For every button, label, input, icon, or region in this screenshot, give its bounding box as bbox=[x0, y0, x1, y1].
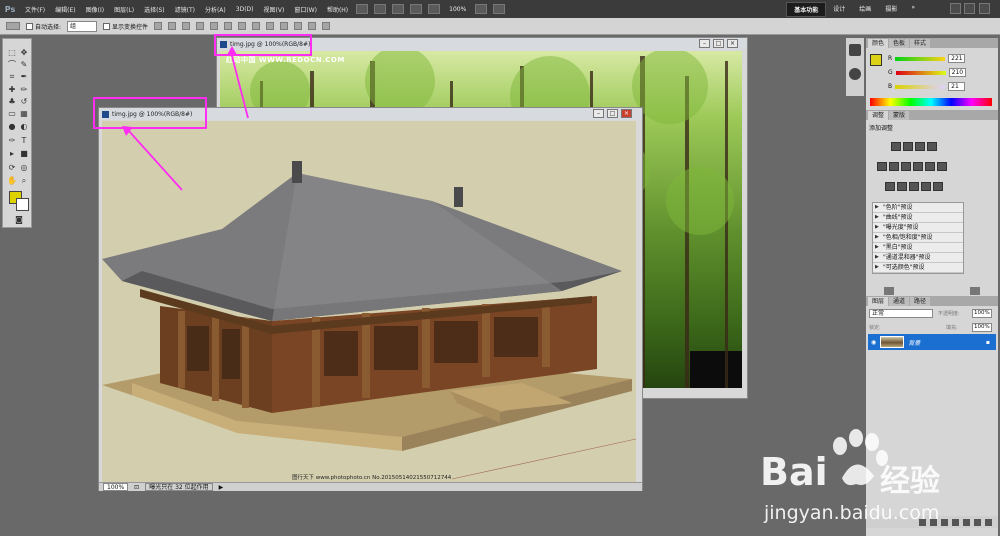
baidu-url: jingyan.baidu.com bbox=[764, 502, 940, 524]
preset-curves[interactable]: "曲线"预设 bbox=[873, 213, 963, 223]
collapsed-panel-strip bbox=[846, 38, 864, 96]
tab-paths[interactable]: 路径 bbox=[910, 297, 931, 306]
slider-row-g: G 210 bbox=[888, 68, 966, 77]
channel-label-r: R bbox=[888, 55, 893, 62]
levels-icon[interactable] bbox=[903, 142, 913, 151]
baidu-jingyan-watermark: Bai 经验 jingyan.baidu.com bbox=[760, 428, 980, 528]
photo-filter-icon[interactable] bbox=[925, 162, 935, 171]
color-balance-icon[interactable] bbox=[901, 162, 911, 171]
preset-bw[interactable]: "黑白"预设 bbox=[873, 243, 963, 253]
preset-selective-color[interactable]: "可选颜色"预设 bbox=[873, 263, 963, 273]
adjust-clip-icon[interactable] bbox=[970, 287, 980, 295]
fill-field[interactable]: 100% bbox=[972, 323, 992, 332]
tab-color[interactable]: 颜色 bbox=[868, 39, 889, 48]
fill-label: 填充: bbox=[946, 325, 958, 331]
opacity-label: 不透明度: bbox=[938, 311, 960, 317]
tab-adjustments[interactable]: 调整 bbox=[868, 111, 889, 120]
preset-channel-mixer[interactable]: "通道混和器"预设 bbox=[873, 253, 963, 263]
value-r[interactable]: 221 bbox=[948, 54, 966, 63]
selective-color-icon[interactable] bbox=[933, 182, 943, 191]
slider-b[interactable] bbox=[895, 84, 946, 89]
brightness-icon[interactable] bbox=[891, 142, 901, 151]
preset-exposure[interactable]: "曝光度"预设 bbox=[873, 223, 963, 233]
bw-icon[interactable] bbox=[913, 162, 923, 171]
info-icon[interactable] bbox=[849, 68, 861, 80]
adjust-heading: 添加调整 bbox=[869, 125, 894, 132]
tab-masks[interactable]: 蒙版 bbox=[889, 111, 910, 120]
layer-lock-icon: ▪ bbox=[985, 338, 990, 346]
adjust-icons-row3 bbox=[884, 182, 944, 191]
adjust-presets-list: "色阶"预设 "曲线"预设 "曝光度"预设 "色相/饱和度"预设 "黑白"预设 … bbox=[872, 202, 964, 274]
invert-icon[interactable] bbox=[885, 182, 895, 191]
threshold-icon[interactable] bbox=[909, 182, 919, 191]
color-panel-tabs: 颜色 色板 样式 bbox=[866, 38, 998, 48]
tab-styles[interactable]: 样式 bbox=[910, 39, 931, 48]
slider-row-r: R 221 bbox=[888, 54, 966, 63]
layer-name[interactable]: 背景 bbox=[908, 338, 920, 347]
posterize-icon[interactable] bbox=[897, 182, 907, 191]
layer-thumbnail bbox=[880, 336, 905, 348]
channel-label-b: B bbox=[888, 83, 893, 90]
value-g[interactable]: 210 bbox=[948, 68, 966, 77]
hue-sat-icon[interactable] bbox=[889, 162, 899, 171]
tab-layers[interactable]: 图层 bbox=[868, 297, 889, 306]
curves-icon[interactable] bbox=[915, 142, 925, 151]
vibrance-icon[interactable] bbox=[877, 162, 887, 171]
color-spectrum-ramp[interactable] bbox=[870, 98, 992, 106]
slider-r[interactable] bbox=[895, 56, 946, 61]
tab-swatches[interactable]: 色板 bbox=[889, 39, 910, 48]
baidu-brand-right: 经验 bbox=[880, 464, 940, 499]
layers-panel-tabs: 图层 通道 路径 bbox=[866, 296, 998, 306]
color-fg-swatch[interactable] bbox=[870, 54, 882, 66]
exposure-icon[interactable] bbox=[927, 142, 937, 151]
slider-row-b: B 21 bbox=[888, 82, 966, 91]
channel-mixer-icon[interactable] bbox=[937, 162, 947, 171]
preset-levels[interactable]: "色阶"预设 bbox=[873, 203, 963, 213]
visibility-eye-icon[interactable]: ◉ bbox=[871, 339, 876, 346]
gradient-map-icon[interactable] bbox=[921, 182, 931, 191]
adjust-icons-row2 bbox=[876, 162, 948, 171]
histogram-icon[interactable] bbox=[849, 44, 861, 56]
adjust-panel-tabs: 调整 蒙版 bbox=[866, 110, 998, 120]
channel-label-g: G bbox=[888, 69, 893, 76]
adjust-icons-row1 bbox=[890, 142, 938, 151]
baidu-brand-left: Bai bbox=[760, 450, 828, 494]
layer-row-background[interactable]: ◉ 背景 ▪ bbox=[868, 334, 996, 350]
opacity-field[interactable]: 100% bbox=[972, 309, 992, 318]
adjust-footer-icon[interactable] bbox=[884, 287, 894, 295]
delete-layer-icon[interactable] bbox=[985, 518, 992, 526]
tab-channels[interactable]: 通道 bbox=[889, 297, 910, 306]
preset-hue-sat[interactable]: "色相/饱和度"预设 bbox=[873, 233, 963, 243]
slider-g[interactable] bbox=[895, 70, 946, 75]
lock-label: 锁定: bbox=[869, 325, 881, 331]
blend-mode-select[interactable]: 正常 bbox=[869, 309, 933, 318]
value-b[interactable]: 21 bbox=[948, 82, 966, 91]
